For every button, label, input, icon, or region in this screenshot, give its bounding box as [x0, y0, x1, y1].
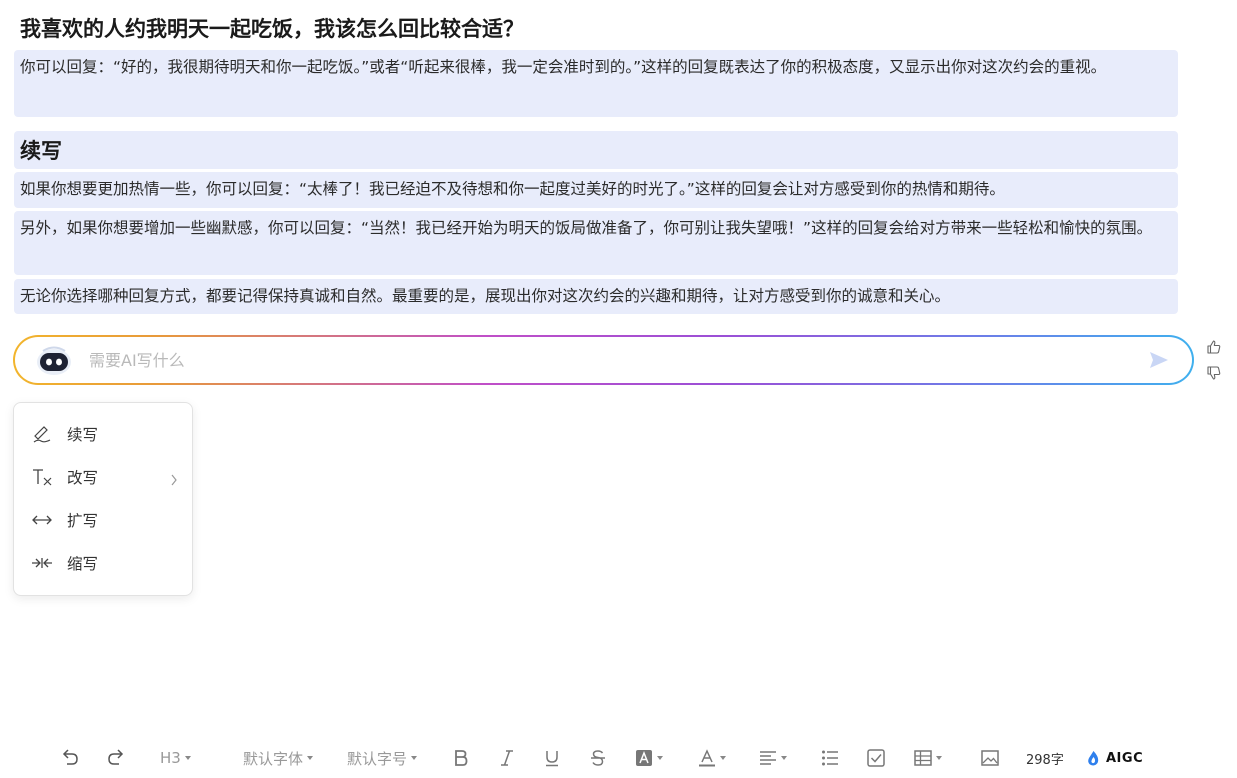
table-button[interactable] — [914, 740, 942, 776]
italic-button[interactable] — [499, 740, 515, 776]
heading-level-select[interactable]: H3 — [160, 740, 191, 776]
thumbs-down-icon[interactable] — [1206, 365, 1222, 381]
ai-prompt-bar — [13, 335, 1194, 385]
word-count: 298字 — [1026, 752, 1064, 768]
paragraph: 如果你想要更加热情一些，你可以回复：“太棒了！我已经迫不及待想和你一起度过美好的… — [20, 180, 1005, 198]
strikethrough-icon — [591, 750, 605, 766]
task-list-button[interactable] — [867, 740, 885, 776]
send-icon[interactable] — [1148, 349, 1170, 371]
align-left-icon — [760, 751, 776, 765]
font-size-select[interactable]: 默认字号 — [347, 740, 418, 776]
section-heading-block: 续写 — [14, 131, 1178, 169]
ai-robot-icon — [35, 343, 73, 377]
caret-down-icon — [411, 756, 418, 760]
caret-down-icon — [936, 756, 942, 760]
aigc-logo-icon — [1088, 750, 1099, 765]
expand-icon — [31, 510, 53, 530]
paragraph: 另外，如果你想要增加一些幽默感，你可以回复：“当然！我已经开始为明天的饭局做准备… — [20, 219, 1153, 237]
document-title: 我喜欢的人约我明天一起吃饭，我该怎么回比较合适？ — [20, 17, 524, 41]
editor-toolbar: H3 默认字体 默认字号 298字 AIGC — [0, 740, 1237, 778]
ai-prompt-input[interactable] — [89, 347, 1089, 373]
bold-button[interactable] — [453, 740, 469, 776]
menu-item-label: 扩写 — [67, 512, 99, 530]
bold-icon — [455, 750, 468, 766]
italic-icon — [501, 750, 513, 766]
rewrite-icon — [31, 467, 53, 487]
menu-item-label: 改写 — [67, 469, 99, 487]
continue-write-icon — [31, 424, 53, 444]
chevron-right-icon — [170, 471, 178, 486]
caret-down-icon — [184, 756, 191, 760]
undo-button[interactable] — [60, 740, 80, 776]
menu-item-label: 缩写 — [67, 555, 99, 573]
paragraph: 无论你选择哪种回复方式，都要记得保持真诚和自然。最重要的是，展现出你对这次约会的… — [20, 287, 951, 305]
menu-item-label: 续写 — [67, 426, 99, 444]
strikethrough-button[interactable] — [590, 740, 606, 776]
font-family-select[interactable]: 默认字体 — [243, 740, 314, 776]
ai-action-menu: 续写 改写 扩写 缩写 — [13, 402, 193, 596]
undo-icon — [62, 749, 78, 765]
menu-item-continue[interactable]: 续写 — [14, 417, 192, 451]
font-color-button[interactable] — [698, 740, 726, 776]
paragraph-block: 如果你想要更加热情一些，你可以回复：“太棒了！我已经迫不及待想和你一起度过美好的… — [14, 172, 1178, 208]
caret-down-icon — [657, 756, 663, 760]
image-button[interactable] — [981, 740, 999, 776]
align-button[interactable] — [759, 740, 787, 776]
menu-item-shrink[interactable]: 缩写 — [14, 546, 192, 580]
font-color-icon — [699, 749, 715, 767]
section-heading: 续写 — [20, 139, 62, 163]
paragraph-block: 另外，如果你想要增加一些幽默感，你可以回复：“当然！我已经开始为明天的饭局做准备… — [14, 211, 1178, 275]
menu-item-expand[interactable]: 扩写 — [14, 503, 192, 537]
redo-icon — [108, 749, 124, 765]
caret-down-icon — [720, 756, 726, 760]
underline-icon — [546, 751, 558, 767]
answer-paragraph: 你可以回复：“好的，我很期待明天和你一起吃饭。”或者“听起来很棒，我一定会准时到… — [20, 58, 1107, 76]
menu-item-rewrite[interactable]: 改写 — [14, 460, 192, 494]
checkbox-icon — [867, 749, 885, 767]
underline-button[interactable] — [544, 740, 560, 776]
table-icon — [914, 750, 932, 766]
thumbs-up-icon[interactable] — [1206, 339, 1222, 355]
caret-down-icon — [781, 756, 787, 760]
caret-down-icon — [307, 756, 314, 760]
bullet-list-button[interactable] — [821, 740, 839, 776]
bullet-list-icon — [822, 750, 838, 766]
shrink-icon — [31, 553, 53, 573]
image-icon — [981, 750, 999, 766]
paragraph-block: 无论你选择哪种回复方式，都要记得保持真诚和自然。最重要的是，展现出你对这次约会的… — [14, 279, 1178, 314]
redo-button[interactable] — [106, 740, 126, 776]
highlight-color-button[interactable] — [635, 740, 663, 776]
answer-block: 你可以回复：“好的，我很期待明天和你一起吃饭。”或者“听起来很棒，我一定会准时到… — [14, 50, 1178, 117]
highlight-color-icon — [636, 750, 652, 766]
aigc-button[interactable]: AIGC — [1086, 740, 1143, 776]
